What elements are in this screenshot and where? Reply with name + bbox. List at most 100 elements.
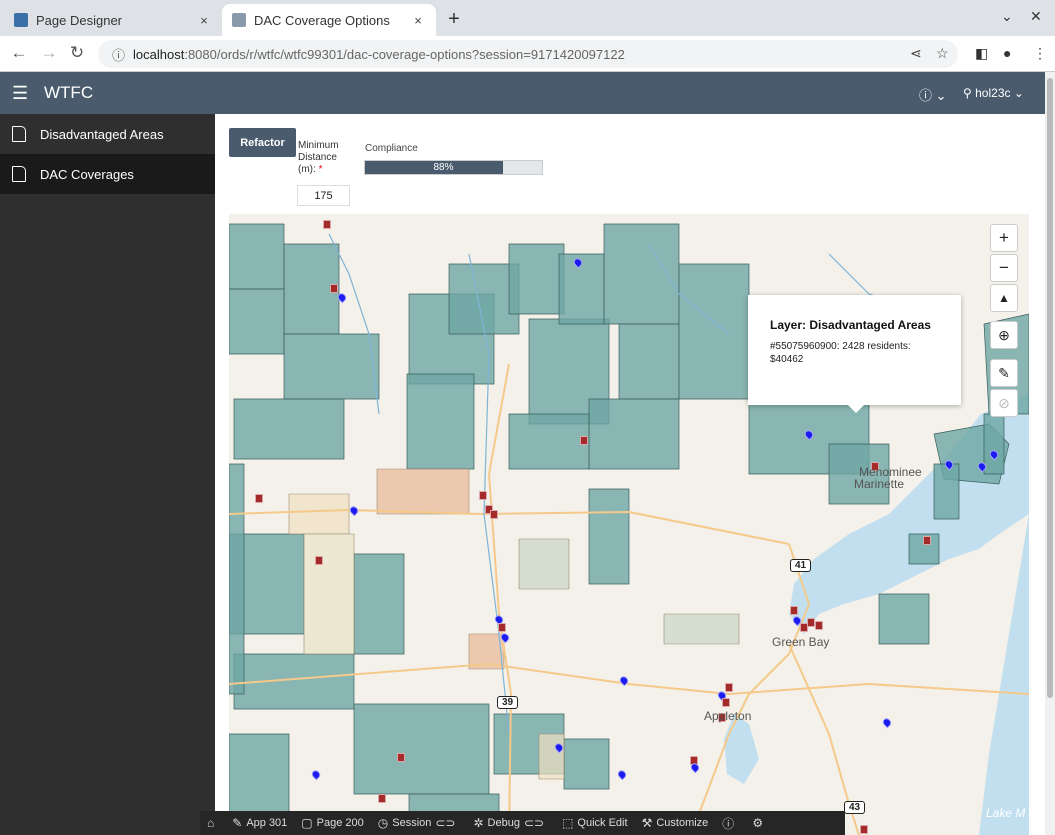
- red-location-marker-icon[interactable]: [725, 683, 733, 692]
- devbar-customize[interactable]: ⚒ Customize: [635, 816, 716, 830]
- app-title[interactable]: WTFC: [44, 83, 93, 103]
- min-distance-label: Minimum Distance (m): *: [298, 140, 353, 176]
- dac-area: [508, 243, 565, 315]
- red-location-marker-icon[interactable]: [860, 825, 868, 834]
- sidebar: Disadvantaged Areas DAC Coverages: [0, 114, 215, 835]
- scrollbar-thumb[interactable]: [1047, 78, 1053, 698]
- sidebar-item-dac-coverages[interactable]: DAC Coverages: [0, 154, 215, 194]
- feature-popup: Layer: Disadvantaged Areas #55075960900:…: [748, 295, 961, 413]
- zoom-to-extent-icon[interactable]: ⊕: [990, 321, 1018, 349]
- devbar-session[interactable]: ◷ Session ⊂⊃: [371, 816, 467, 830]
- measure-icon[interactable]: ✎: [990, 359, 1018, 387]
- quick-edit-icon: ⬚: [562, 816, 574, 830]
- devbar-app[interactable]: ✎ App 301: [225, 816, 294, 830]
- clear-icon[interactable]: ⊘: [990, 389, 1018, 417]
- compliance-percent: 88%: [433, 162, 454, 173]
- red-location-marker-icon[interactable]: [330, 284, 338, 293]
- forward-icon[interactable]: →: [38, 43, 60, 63]
- compass-icon[interactable]: ▲: [990, 284, 1018, 312]
- tab-search-icon[interactable]: ⌄: [1001, 8, 1013, 25]
- dac-area: [933, 463, 960, 520]
- devbar-label: Customize: [656, 817, 709, 829]
- highway-shield: 41: [790, 559, 812, 572]
- devbar-label: Session: [392, 817, 432, 829]
- share-icon[interactable]: ⋖: [910, 45, 922, 62]
- devbar-debug[interactable]: ✲ Debug ⊂⊃: [466, 816, 555, 830]
- address-bar: ← → ↻ ⓘ localhost:8080/ords/r/wtfc/wtfc9…: [0, 36, 1055, 72]
- map-region[interactable]: Menominee Marinette Green Bay Appleton L…: [229, 214, 1029, 835]
- red-location-marker-icon[interactable]: [479, 491, 487, 500]
- dac-area: [229, 288, 285, 355]
- browser-tab-bar: Page Designer × DAC Coverage Options × +…: [0, 0, 1055, 36]
- highway-shield: 39: [497, 696, 519, 709]
- red-location-marker-icon[interactable]: [815, 621, 823, 630]
- red-location-marker-icon[interactable]: [397, 753, 405, 762]
- tab-dac-coverage-options[interactable]: DAC Coverage Options ×: [222, 4, 436, 36]
- side-panel-icon[interactable]: ◧: [975, 45, 988, 62]
- browser-menu-icon[interactable]: ⋮: [1033, 45, 1047, 62]
- home-icon[interactable]: ⌂: [200, 816, 225, 830]
- popup-title: Layer: Disadvantaged Areas: [770, 318, 931, 332]
- dac-area: [508, 413, 590, 470]
- red-location-marker-icon[interactable]: [580, 436, 588, 445]
- dac-area: [229, 463, 245, 695]
- dac-area: [229, 733, 290, 815]
- apex-favicon-icon: [14, 13, 28, 27]
- close-tab-icon[interactable]: ×: [196, 13, 212, 28]
- sidebar-item-disadvantaged-areas[interactable]: Disadvantaged Areas: [0, 114, 215, 154]
- dac-area: [678, 263, 750, 400]
- dac-area: [229, 223, 285, 290]
- place-label-appleton: Appleton: [704, 709, 752, 723]
- toggle-icon: ⊂⊃: [523, 816, 545, 830]
- dac-area: [448, 263, 520, 335]
- popup-pointer: [848, 405, 864, 413]
- info-icon[interactable]: ⓘ: [715, 815, 745, 832]
- settings-icon[interactable]: ⚙: [745, 816, 774, 830]
- min-distance-input[interactable]: 175: [297, 185, 350, 206]
- red-location-marker-icon[interactable]: [255, 494, 263, 503]
- red-location-marker-icon[interactable]: [807, 618, 815, 627]
- user-menu-button[interactable]: ⚲ hol23c ⌄: [963, 86, 1024, 100]
- tab-page-designer[interactable]: Page Designer ×: [4, 4, 222, 36]
- dac-area: [878, 593, 930, 645]
- red-location-marker-icon[interactable]: [722, 698, 730, 707]
- income-area: [288, 493, 350, 535]
- red-location-marker-icon[interactable]: [323, 220, 331, 229]
- url-field[interactable]: ⓘ localhost:8080/ords/r/wtfc/wtfc99301/d…: [98, 40, 958, 68]
- toggle-icon: ⊂⊃: [435, 816, 456, 830]
- profile-icon[interactable]: ●: [1003, 45, 1011, 61]
- close-tab-icon[interactable]: ×: [410, 13, 426, 28]
- back-icon[interactable]: ←: [8, 43, 30, 63]
- help-menu-button[interactable]: ⓘ ⌄: [919, 85, 947, 104]
- red-location-marker-icon[interactable]: [490, 510, 498, 519]
- place-label-marinette: Marinette: [854, 477, 905, 491]
- edit-app-icon: ✎: [232, 816, 243, 830]
- menu-toggle-icon[interactable]: ☰: [12, 83, 28, 104]
- red-location-marker-icon[interactable]: [498, 623, 506, 632]
- red-location-marker-icon[interactable]: [923, 536, 931, 545]
- tab-title: DAC Coverage Options: [254, 12, 390, 28]
- devbar-page[interactable]: ▢ Page 200: [294, 816, 370, 830]
- devbar-quick-edit[interactable]: ⬚ Quick Edit: [555, 816, 634, 830]
- new-tab-button[interactable]: +: [444, 8, 464, 31]
- red-location-marker-icon[interactable]: [790, 606, 798, 615]
- income-area: [518, 538, 570, 590]
- bookmark-star-icon[interactable]: ☆: [936, 45, 949, 62]
- reload-icon[interactable]: ↻: [66, 43, 88, 63]
- zoom-in-button[interactable]: +: [990, 224, 1018, 252]
- session-icon: ◷: [377, 816, 389, 830]
- site-info-icon[interactable]: ⓘ: [112, 45, 125, 64]
- compliance-label: Compliance: [365, 143, 418, 154]
- red-location-marker-icon[interactable]: [378, 794, 386, 803]
- window-close-icon[interactable]: ✕: [1030, 8, 1042, 25]
- dac-area: [283, 333, 380, 400]
- app-header: ☰ WTFC ⓘ ⌄ ⚲ hol23c ⌄: [0, 72, 1045, 114]
- lake-winnebago-water: [724, 714, 759, 784]
- page-scrollbar[interactable]: [1045, 72, 1055, 835]
- zoom-out-button[interactable]: −: [990, 254, 1018, 282]
- dac-area: [233, 398, 345, 460]
- url-host: localhost: [133, 46, 185, 62]
- red-location-marker-icon[interactable]: [315, 556, 323, 565]
- edit-page-icon: ▢: [301, 816, 313, 830]
- refactor-button[interactable]: Refactor: [229, 128, 296, 157]
